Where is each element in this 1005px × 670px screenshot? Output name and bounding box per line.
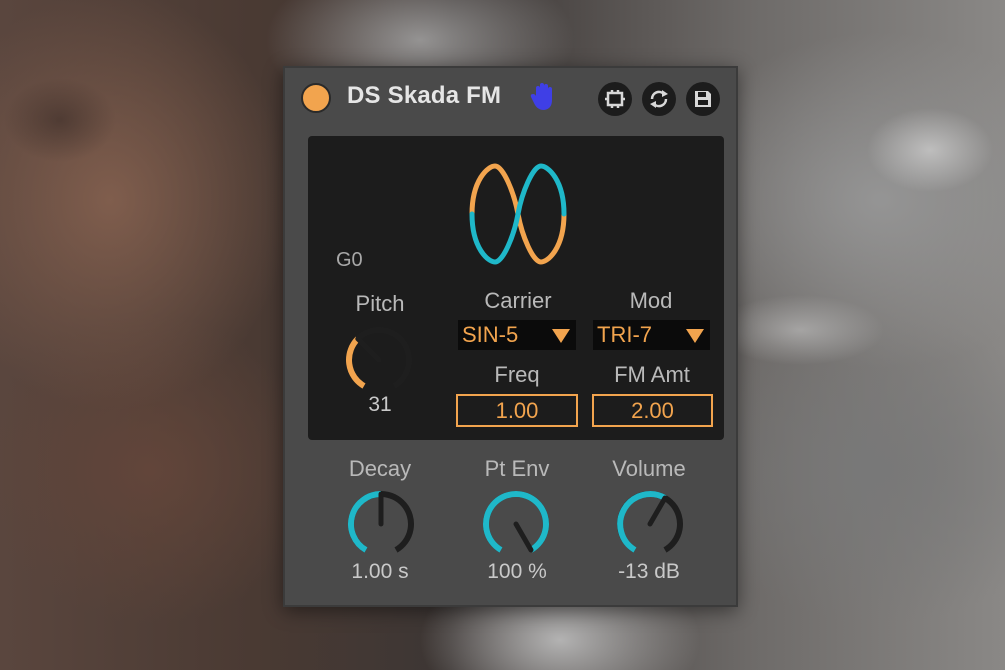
chevron-down-icon <box>686 329 704 343</box>
hot-swap-icon[interactable] <box>642 82 676 116</box>
pt-env-value: 100 % <box>487 560 547 583</box>
carrier-dropdown[interactable]: SIN-5 <box>458 320 576 350</box>
pitch-label: Pitch <box>355 291 405 316</box>
pitch-knob[interactable] <box>341 322 417 398</box>
decay-knob[interactable] <box>343 486 419 562</box>
decay-label: Decay <box>348 456 412 481</box>
pitch-value: 31 <box>368 393 392 416</box>
chevron-down-icon <box>552 329 570 343</box>
hand-icon <box>530 83 552 110</box>
waveform-display <box>469 163 567 265</box>
device-title: DS Skada FM <box>347 82 502 109</box>
volume-label: Volume <box>612 456 686 481</box>
freq-label: Freq <box>494 362 540 387</box>
mod-label: Mod <box>629 288 673 313</box>
device-titlebar: DS Skada FM <box>285 68 736 126</box>
knob-needle <box>647 495 668 527</box>
knob-needle <box>355 336 382 363</box>
carrier-label: Carrier <box>484 288 552 313</box>
synth-display-panel: G0 Pitch 31 Carrier SIN-5 Mod TRI-7 Freq… <box>308 136 724 440</box>
knob-graphic <box>617 491 683 553</box>
device-window: DS Skada FM G0 Pitch 31 Carrier SIN-5 Mo… <box>283 66 738 607</box>
fm-amt-number-box[interactable]: 2.00 <box>592 394 713 427</box>
knob-graphic <box>348 491 414 553</box>
volume-knob[interactable] <box>612 486 688 562</box>
note-readout: G0 <box>336 249 363 271</box>
decay-value: 1.00 s <box>351 560 409 583</box>
knob-value-arc <box>617 491 667 553</box>
freq-number-box[interactable]: 1.00 <box>456 394 578 427</box>
mod-selected: TRI-7 <box>597 322 652 347</box>
knob-needle <box>513 521 534 553</box>
midi-map-icon[interactable] <box>598 82 632 116</box>
save-preset-icon[interactable] <box>686 82 720 116</box>
volume-value: -13 dB <box>618 560 680 583</box>
power-toggle-icon[interactable] <box>301 83 331 113</box>
mod-dropdown[interactable]: TRI-7 <box>593 320 710 350</box>
pt-env-label: Pt Env <box>484 456 550 481</box>
carrier-selected: SIN-5 <box>462 322 519 347</box>
knob-value-arc <box>348 491 382 553</box>
knob-graphic <box>346 327 412 389</box>
pt-env-knob[interactable] <box>478 486 554 562</box>
knob-graphic <box>483 491 549 553</box>
fm-amt-label: FM Amt <box>614 362 690 387</box>
